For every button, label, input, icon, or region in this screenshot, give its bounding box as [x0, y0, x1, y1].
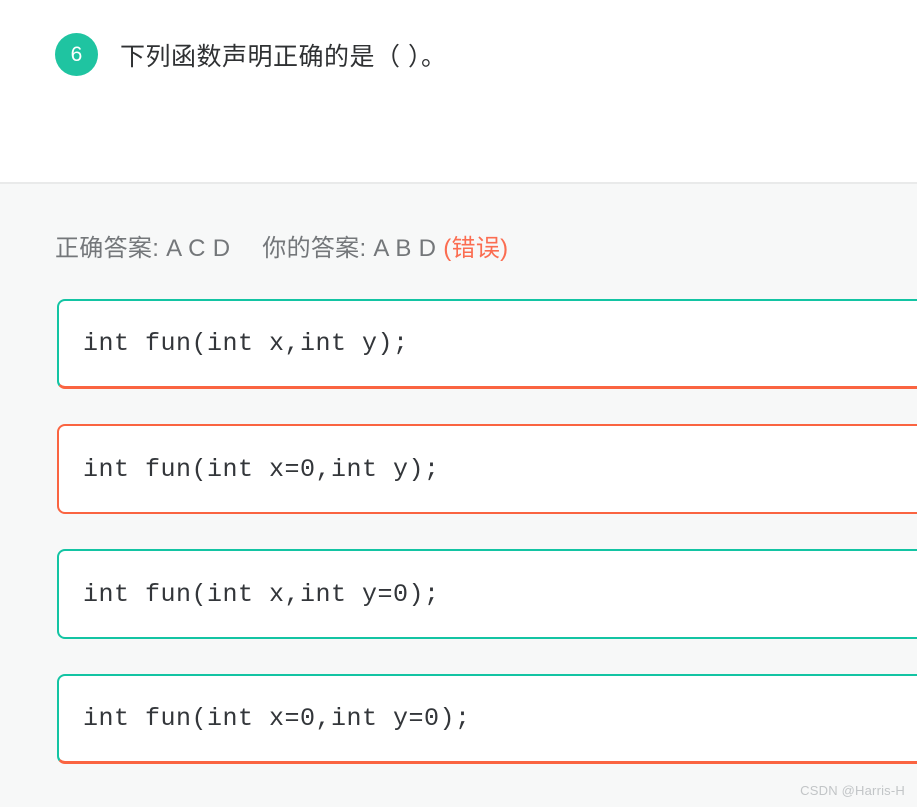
your-answer-label: 你的答案:	[262, 235, 367, 262]
question-number-badge: 6	[55, 33, 98, 76]
question-title: 下列函数声明正确的是（ ）。	[120, 42, 447, 71]
question-row: 6 下列函数声明正确的是（ ）。	[0, 33, 917, 76]
option-box-b[interactable]: int fun(int x=0,int y);	[57, 424, 917, 514]
option-box-d[interactable]: int fun(int x=0,int y=0);	[57, 674, 917, 764]
your-answer-value: A B D	[373, 235, 437, 262]
option-code-c: int fun(int x,int y=0);	[83, 579, 440, 609]
answer-body: 正确答案: A C D 你的答案: A B D (错误) int fun(int…	[0, 184, 917, 807]
option-code-a: int fun(int x,int y);	[83, 329, 409, 358]
options-list: int fun(int x,int y); int fun(int x=0,in…	[0, 299, 917, 764]
verdict-badge: (错误)	[443, 235, 509, 262]
correct-answer-value: A C D	[166, 235, 231, 262]
option-box-c[interactable]: int fun(int x,int y=0);	[57, 549, 917, 639]
answer-summary-line: 正确答案: A C D 你的答案: A B D (错误)	[0, 184, 917, 263]
question-header: 6 下列函数声明正确的是（ ）。	[0, 0, 917, 184]
option-code-d: int fun(int x=0,int y=0);	[83, 704, 471, 733]
csdn-watermark: CSDN @Harris-H	[800, 783, 905, 798]
option-code-b: int fun(int x=0,int y);	[83, 454, 440, 484]
option-box-a[interactable]: int fun(int x,int y);	[57, 299, 917, 389]
correct-answer-label: 正确答案:	[55, 235, 160, 262]
